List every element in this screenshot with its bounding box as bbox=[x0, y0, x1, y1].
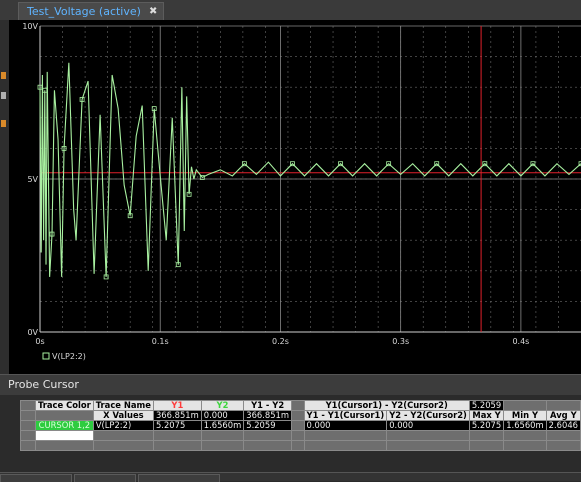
table-cell bbox=[303, 430, 388, 441]
probe-cursor-table: Trace Color Trace Name Y1 Y2 Y1 - Y2 Y1(… bbox=[20, 400, 581, 451]
tab-test-voltage[interactable]: Test_Voltage (active) ✖ bbox=[18, 2, 165, 20]
table-cell bbox=[291, 410, 305, 421]
table-cell bbox=[152, 430, 202, 441]
cursor-diff-value: 5.2059 bbox=[468, 400, 505, 411]
close-icon[interactable]: ✖ bbox=[149, 6, 157, 17]
trace-y1: 5.2075 bbox=[152, 420, 202, 431]
table-cell bbox=[92, 440, 154, 451]
table-cell bbox=[503, 440, 547, 451]
legend-label: V(LP2:2) bbox=[52, 352, 86, 361]
column-header: Avg Y bbox=[545, 410, 581, 421]
table-cell bbox=[291, 430, 305, 441]
table-cell bbox=[200, 430, 245, 441]
table-cell bbox=[503, 430, 547, 441]
table-cell bbox=[243, 440, 293, 451]
table-row: X Values 366.851m 0.000 366.851m Y1 - Y1… bbox=[20, 410, 581, 421]
table-cell bbox=[152, 440, 202, 451]
table-cell bbox=[468, 430, 505, 441]
waveform-plot[interactable]: 10V 5V 0V 0s 0.1s 0.2s 0.3s 0.4s V(LP2:2) bbox=[9, 20, 581, 374]
column-header: Y2 - Y2(Cursor2) bbox=[386, 410, 470, 421]
x-value-y2: 0.000 bbox=[200, 410, 245, 421]
y-tick-label: 10V bbox=[22, 22, 38, 31]
panel-title: Probe Cursor bbox=[8, 378, 79, 391]
legend-swatch bbox=[42, 352, 50, 360]
column-header: X Values bbox=[92, 410, 154, 421]
waveform-chart[interactable]: 10V 5V 0V0s 0.1s 0.2s 0.3s 0.4s V(LP2:2) bbox=[9, 20, 581, 374]
bottom-tab[interactable] bbox=[0, 474, 72, 482]
table-cell bbox=[20, 430, 36, 441]
left-toolbar-strip bbox=[0, 20, 9, 374]
column-header: Max Y bbox=[468, 410, 505, 421]
table-cell bbox=[303, 440, 388, 451]
table-cell bbox=[291, 400, 305, 411]
marker-icon[interactable] bbox=[1, 120, 6, 127]
table-cell bbox=[20, 420, 36, 431]
probe-cursor-panel: Trace Color Trace Name Y1 Y2 Y1 - Y2 Y1(… bbox=[0, 395, 581, 472]
table-cell bbox=[503, 400, 547, 411]
table-cell bbox=[291, 420, 305, 431]
table-cell bbox=[468, 440, 505, 451]
column-header: Min Y bbox=[503, 410, 547, 421]
trace-y2: 1.6560m bbox=[200, 420, 245, 431]
column-header: Trace Color bbox=[34, 400, 94, 411]
table-cell bbox=[243, 430, 293, 441]
table-row bbox=[20, 440, 581, 451]
column-header: Y1(Cursor1) - Y2(Cursor2) bbox=[303, 400, 470, 411]
trace-max-y: 5.2075 bbox=[468, 420, 505, 431]
table-cell bbox=[545, 430, 581, 441]
trace-min-y: 1.6560m bbox=[503, 420, 547, 431]
table-row: Trace Color Trace Name Y1 Y2 Y1 - Y2 Y1(… bbox=[20, 400, 581, 411]
x-tick-label: 0.1s bbox=[152, 337, 169, 346]
column-header: Y1 bbox=[152, 400, 202, 411]
trace-name: V(LP2:2) bbox=[92, 420, 154, 431]
table-cell bbox=[291, 440, 305, 451]
column-header: Y2 bbox=[200, 400, 245, 411]
table-cell bbox=[34, 440, 94, 451]
x-value-y1: 366.851m bbox=[152, 410, 202, 421]
marker-icon[interactable] bbox=[1, 92, 6, 99]
trace-diff: 5.2059 bbox=[243, 420, 293, 431]
document-tab-bar: Test_Voltage (active) ✖ bbox=[0, 0, 581, 21]
y-tick-label: 0V bbox=[27, 328, 38, 337]
table-cell bbox=[92, 430, 154, 441]
x-tick-label: 0.2s bbox=[272, 337, 289, 346]
table-cell bbox=[20, 410, 36, 421]
column-header: Y1 - Y1(Cursor1) bbox=[303, 410, 388, 421]
probe-cursor-header: Probe Cursor bbox=[0, 374, 581, 396]
table-cell bbox=[545, 440, 581, 451]
column-header: Trace Name bbox=[92, 400, 154, 411]
table-cell bbox=[34, 410, 94, 421]
x-value-diff: 366.851m bbox=[243, 410, 293, 421]
table-cell bbox=[386, 440, 470, 451]
table-cell bbox=[545, 400, 581, 411]
trace-y2-cursor-diff: 0.000 bbox=[386, 420, 470, 431]
x-tick-label: 0.3s bbox=[392, 337, 409, 346]
bottom-tab[interactable] bbox=[74, 474, 136, 482]
trace-y1-cursor-diff: 0.000 bbox=[303, 420, 388, 431]
trace-color-swatch[interactable]: CURSOR 1,2 bbox=[34, 420, 94, 431]
y-tick-label: 5V bbox=[27, 175, 38, 184]
x-tick-label: 0.4s bbox=[512, 337, 529, 346]
bottom-tab[interactable] bbox=[138, 474, 220, 482]
table-cell bbox=[20, 400, 36, 411]
table-cell bbox=[20, 440, 36, 451]
table-row bbox=[20, 430, 581, 441]
table-cell bbox=[34, 430, 94, 441]
marker-icon[interactable] bbox=[1, 72, 6, 79]
trace-line bbox=[39, 62, 581, 277]
table-cell bbox=[200, 440, 245, 451]
table-row[interactable]: CURSOR 1,2 V(LP2:2) 5.2075 1.6560m 5.205… bbox=[20, 420, 581, 431]
table-cell bbox=[386, 430, 470, 441]
tab-label: Test_Voltage (active) bbox=[27, 5, 141, 18]
column-header: Y1 - Y2 bbox=[243, 400, 293, 411]
trace-avg-y: 2.6046 bbox=[545, 420, 581, 431]
x-tick-label: 0s bbox=[35, 337, 44, 346]
